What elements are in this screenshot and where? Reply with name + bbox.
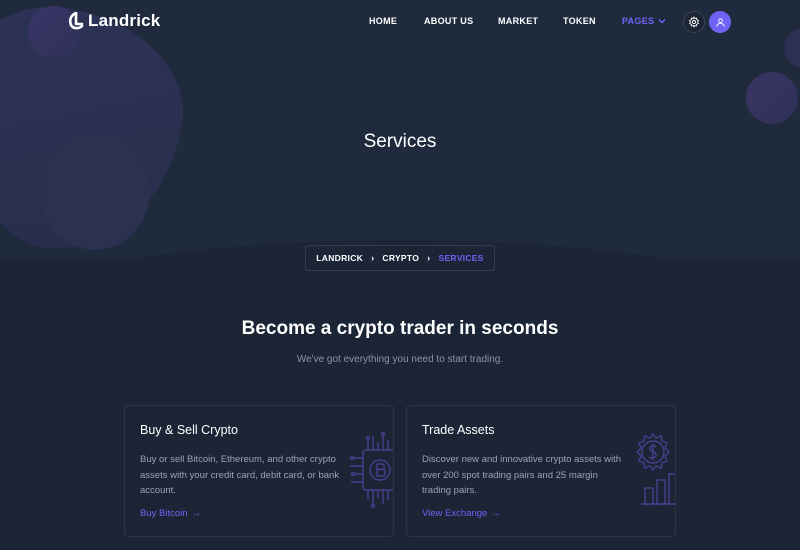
link-label: Buy Bitcoin: [140, 508, 188, 519]
breadcrumb-current: SERVICES: [438, 253, 484, 263]
brand-name: Landrick: [88, 11, 161, 30]
chevron-down-icon: [658, 19, 666, 24]
gear-icon: [689, 16, 699, 28]
decorative-circle: [746, 72, 798, 124]
brand-logo[interactable]: Landrick: [68, 11, 160, 31]
chevron-right-icon: ›: [371, 253, 375, 263]
section-title: Become a crypto trader in seconds: [241, 318, 559, 339]
nav-token[interactable]: TOKEN: [563, 16, 596, 26]
breadcrumb-landrick[interactable]: LANDRICK: [316, 253, 363, 263]
breadcrumb: LANDRICK › CRYPTO › SERVICES: [305, 245, 495, 271]
section-subtitle: We've got everything you need to start t…: [296, 354, 504, 365]
card-title: Trade Assets: [422, 423, 495, 437]
nav-market[interactable]: MARKET: [498, 16, 538, 26]
nav-home[interactable]: HOME: [369, 16, 397, 26]
service-card-trade-assets: Trade Assets Discover new and innovative…: [406, 405, 676, 537]
dollar-gear-chart-icon: [636, 432, 675, 505]
buy-bitcoin-link[interactable]: Buy Bitcoin →: [140, 508, 201, 519]
bitcoin-chip-icon: [349, 431, 393, 509]
card-title: Buy & Sell Crypto: [140, 423, 238, 437]
arrow-right-icon: →: [491, 508, 501, 519]
card-description: Buy or sell Bitcoin, Ethereum, and other…: [140, 454, 340, 496]
view-exchange-link[interactable]: View Exchange →: [422, 508, 501, 519]
card-description: Discover new and innovative crypto asset…: [422, 454, 622, 496]
nav-pages[interactable]: PAGES: [622, 16, 666, 26]
nav-about-us[interactable]: ABOUT US: [424, 16, 473, 26]
arrow-right-icon: →: [191, 508, 202, 519]
link-label: View Exchange: [422, 508, 488, 519]
logo-icon: [68, 12, 84, 30]
page-title: Services: [363, 131, 437, 152]
breadcrumb-crypto[interactable]: CRYPTO: [382, 253, 419, 263]
top-navbar: Landrick HOME ABOUT US MARKET TOKEN PAGE…: [0, 0, 800, 44]
settings-button[interactable]: [683, 11, 705, 33]
user-icon: [715, 17, 725, 27]
service-card-buy-sell: Buy & Sell Crypto Buy or sell Bitcoin, E…: [124, 405, 394, 537]
chevron-right-icon: ›: [427, 253, 431, 263]
account-button[interactable]: [709, 11, 731, 33]
nav-pages-label: PAGES: [622, 16, 655, 26]
